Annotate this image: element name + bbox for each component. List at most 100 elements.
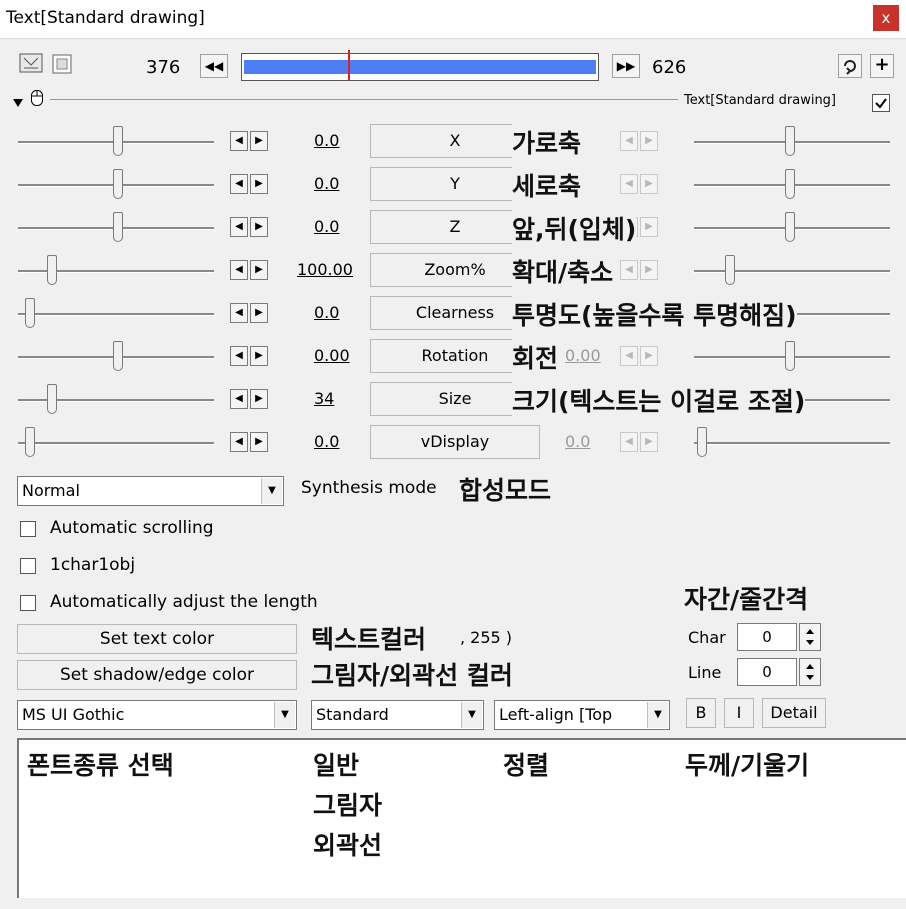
decrement-arrow-icon[interactable]: ◀: [620, 432, 638, 452]
filter-icon[interactable]: [18, 52, 44, 76]
increment-arrow-icon[interactable]: ▶: [640, 217, 658, 237]
timeline-slider[interactable]: [241, 50, 599, 81]
object-enabled-checkbox[interactable]: [872, 94, 890, 112]
auto-adjust-length-label: Automatically adjust the length: [50, 592, 318, 612]
chevron-down-icon[interactable]: ▼: [647, 702, 668, 728]
add-button[interactable]: +: [870, 54, 894, 78]
right-slider-track[interactable]: [694, 270, 890, 273]
chevron-down-icon[interactable]: ▼: [461, 702, 482, 728]
italic-button[interactable]: I: [724, 698, 754, 728]
start-value[interactable]: 0.0: [314, 432, 339, 451]
timeline-cursor[interactable]: [348, 50, 350, 80]
decrement-arrow-icon[interactable]: ◀: [230, 389, 248, 409]
char-spacing-spinner[interactable]: [799, 623, 821, 651]
left-slider-track[interactable]: [18, 313, 214, 316]
align-select[interactable]: Left-align [Top ▼: [494, 700, 670, 730]
increment-arrow-icon[interactable]: ▶: [250, 389, 268, 409]
start-value[interactable]: 0.0: [314, 217, 339, 236]
text-color-value: , 255 ): [460, 628, 513, 647]
left-slider-thumb[interactable]: [47, 255, 57, 285]
decrement-arrow-icon[interactable]: ◀: [620, 131, 638, 151]
decrement-arrow-icon[interactable]: ◀: [230, 217, 248, 237]
note-weight: 두께/기울기: [685, 746, 810, 782]
decrement-arrow-icon[interactable]: ◀: [620, 260, 638, 280]
left-slider-thumb[interactable]: [113, 169, 123, 199]
close-button[interactable]: x: [873, 5, 899, 31]
increment-arrow-icon[interactable]: ▶: [640, 432, 658, 452]
start-value[interactable]: 0.0: [314, 131, 339, 150]
text-input-area[interactable]: 폰트종류 선택 일반 그림자 외곽선 정렬 두께/기울기: [17, 738, 906, 898]
increment-arrow-icon[interactable]: ▶: [250, 303, 268, 323]
auto-adjust-length-checkbox[interactable]: [20, 595, 36, 611]
chevron-down-icon[interactable]: ▼: [261, 478, 282, 504]
increment-arrow-icon[interactable]: ▶: [250, 432, 268, 452]
right-slider-thumb[interactable]: [785, 169, 795, 199]
row-annotation: 투명도(높을수록 투명해짐): [512, 296, 797, 332]
decrement-arrow-icon[interactable]: ◀: [620, 346, 638, 366]
left-slider-thumb[interactable]: [113, 212, 123, 242]
chevron-down-icon[interactable]: ▼: [274, 702, 295, 728]
row-annotation: 확대/축소: [512, 253, 614, 289]
set-text-color-button[interactable]: Set text color: [17, 624, 297, 654]
next-frame-button[interactable]: ▶▶: [612, 54, 640, 78]
row-annotation: 앞,뒤(입체): [512, 210, 637, 246]
end-value[interactable]: 0.0: [565, 432, 590, 451]
increment-arrow-icon[interactable]: ▶: [250, 217, 268, 237]
bold-button[interactable]: B: [686, 698, 716, 728]
start-value[interactable]: 100.00: [297, 260, 353, 279]
window-icon[interactable]: [50, 52, 74, 76]
note-style-normal: 일반: [313, 746, 360, 782]
right-slider-thumb[interactable]: [785, 341, 795, 371]
right-slider-thumb[interactable]: [785, 126, 795, 156]
decrement-arrow-icon[interactable]: ◀: [230, 346, 248, 366]
right-slider-thumb[interactable]: [725, 255, 735, 285]
decrement-arrow-icon[interactable]: ◀: [230, 174, 248, 194]
right-slider-thumb[interactable]: [785, 212, 795, 242]
left-slider-thumb[interactable]: [47, 384, 57, 414]
decrement-arrow-icon[interactable]: ◀: [230, 432, 248, 452]
decrement-arrow-icon[interactable]: ◀: [230, 303, 248, 323]
increment-arrow-icon[interactable]: ▶: [250, 131, 268, 151]
synthesis-mode-select[interactable]: Normal ▼: [17, 476, 284, 506]
decrement-arrow-icon[interactable]: ◀: [620, 174, 638, 194]
style-select[interactable]: Standard ▼: [311, 700, 484, 730]
line-spacing-input[interactable]: 0: [737, 658, 797, 686]
style-value: Standard: [316, 705, 389, 724]
decrement-arrow-icon[interactable]: ◀: [230, 260, 248, 280]
increment-arrow-icon[interactable]: ▶: [640, 346, 658, 366]
left-slider-track[interactable]: [18, 442, 214, 445]
left-slider-thumb[interactable]: [25, 298, 35, 328]
refresh-icon[interactable]: [838, 54, 862, 78]
one-char-one-obj-checkbox[interactable]: [20, 558, 36, 574]
left-slider-thumb[interactable]: [113, 126, 123, 156]
increment-arrow-icon[interactable]: ▶: [640, 131, 658, 151]
right-slider-thumb[interactable]: [697, 427, 707, 457]
left-slider-thumb[interactable]: [25, 427, 35, 457]
left-slider-thumb[interactable]: [113, 341, 123, 371]
font-select[interactable]: MS UI Gothic ▼: [17, 700, 297, 730]
row-annotation: 세로축: [512, 167, 582, 203]
collapse-icon[interactable]: [12, 94, 24, 113]
set-shadow-color-button[interactable]: Set shadow/edge color: [17, 660, 297, 690]
start-value[interactable]: 34: [314, 389, 334, 408]
detail-button[interactable]: Detail: [762, 698, 826, 728]
start-value[interactable]: 0.0: [314, 174, 339, 193]
automatic-scrolling-checkbox[interactable]: [20, 521, 36, 537]
char-spacing-input[interactable]: 0: [737, 623, 797, 651]
synthesis-annotation: 합성모드: [459, 471, 552, 507]
param-button-vdisplay[interactable]: vDisplay: [370, 425, 540, 459]
right-slider-track[interactable]: [694, 442, 890, 445]
increment-arrow-icon[interactable]: ▶: [250, 260, 268, 280]
increment-arrow-icon[interactable]: ▶: [640, 260, 658, 280]
start-value[interactable]: 0.0: [314, 303, 339, 322]
prev-frame-button[interactable]: ◀◀: [200, 54, 228, 78]
end-value[interactable]: 0.00: [565, 346, 601, 365]
line-spacing-spinner[interactable]: [799, 658, 821, 686]
increment-arrow-icon[interactable]: ▶: [250, 174, 268, 194]
increment-arrow-icon[interactable]: ▶: [640, 174, 658, 194]
increment-arrow-icon[interactable]: ▶: [250, 346, 268, 366]
start-value[interactable]: 0.00: [314, 346, 350, 365]
char-spacing-label: Char: [688, 628, 726, 647]
line-spacing-label: Line: [688, 663, 722, 682]
decrement-arrow-icon[interactable]: ◀: [230, 131, 248, 151]
